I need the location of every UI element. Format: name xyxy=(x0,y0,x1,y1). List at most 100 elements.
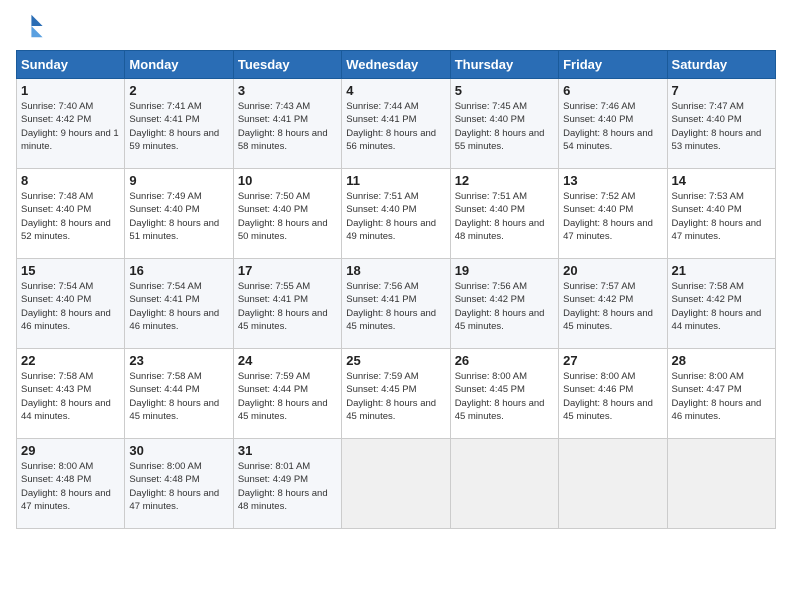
day-number: 8 xyxy=(21,173,120,188)
calendar-day-25: 25 Sunrise: 7:59 AM Sunset: 4:45 PM Dayl… xyxy=(342,349,450,439)
calendar-day-17: 17 Sunrise: 7:55 AM Sunset: 4:41 PM Dayl… xyxy=(233,259,341,349)
day-info: Sunrise: 7:52 AM Sunset: 4:40 PM Dayligh… xyxy=(563,190,662,243)
day-info: Sunrise: 7:47 AM Sunset: 4:40 PM Dayligh… xyxy=(672,100,771,153)
day-number: 15 xyxy=(21,263,120,278)
day-info: Sunrise: 7:56 AM Sunset: 4:41 PM Dayligh… xyxy=(346,280,445,333)
calendar-day-24: 24 Sunrise: 7:59 AM Sunset: 4:44 PM Dayl… xyxy=(233,349,341,439)
day-info: Sunrise: 7:49 AM Sunset: 4:40 PM Dayligh… xyxy=(129,190,228,243)
day-info: Sunrise: 7:58 AM Sunset: 4:44 PM Dayligh… xyxy=(129,370,228,423)
header xyxy=(16,12,776,40)
day-info: Sunrise: 7:50 AM Sunset: 4:40 PM Dayligh… xyxy=(238,190,337,243)
day-number: 18 xyxy=(346,263,445,278)
day-number: 9 xyxy=(129,173,228,188)
day-info: Sunrise: 7:43 AM Sunset: 4:41 PM Dayligh… xyxy=(238,100,337,153)
calendar-day-14: 14 Sunrise: 7:53 AM Sunset: 4:40 PM Dayl… xyxy=(667,169,775,259)
day-header-wednesday: Wednesday xyxy=(342,51,450,79)
day-header-friday: Friday xyxy=(559,51,667,79)
calendar-day-empty xyxy=(667,439,775,529)
calendar-table: SundayMondayTuesdayWednesdayThursdayFrid… xyxy=(16,50,776,529)
day-info: Sunrise: 7:46 AM Sunset: 4:40 PM Dayligh… xyxy=(563,100,662,153)
calendar-day-4: 4 Sunrise: 7:44 AM Sunset: 4:41 PM Dayli… xyxy=(342,79,450,169)
calendar-day-16: 16 Sunrise: 7:54 AM Sunset: 4:41 PM Dayl… xyxy=(125,259,233,349)
day-info: Sunrise: 7:59 AM Sunset: 4:45 PM Dayligh… xyxy=(346,370,445,423)
calendar-week-4: 22 Sunrise: 7:58 AM Sunset: 4:43 PM Dayl… xyxy=(17,349,776,439)
calendar-day-20: 20 Sunrise: 7:57 AM Sunset: 4:42 PM Dayl… xyxy=(559,259,667,349)
calendar-day-9: 9 Sunrise: 7:49 AM Sunset: 4:40 PM Dayli… xyxy=(125,169,233,259)
day-number: 6 xyxy=(563,83,662,98)
day-info: Sunrise: 8:01 AM Sunset: 4:49 PM Dayligh… xyxy=(238,460,337,513)
day-info: Sunrise: 8:00 AM Sunset: 4:45 PM Dayligh… xyxy=(455,370,554,423)
day-info: Sunrise: 7:41 AM Sunset: 4:41 PM Dayligh… xyxy=(129,100,228,153)
day-info: Sunrise: 8:00 AM Sunset: 4:48 PM Dayligh… xyxy=(129,460,228,513)
calendar-day-7: 7 Sunrise: 7:47 AM Sunset: 4:40 PM Dayli… xyxy=(667,79,775,169)
calendar-week-3: 15 Sunrise: 7:54 AM Sunset: 4:40 PM Dayl… xyxy=(17,259,776,349)
day-info: Sunrise: 7:45 AM Sunset: 4:40 PM Dayligh… xyxy=(455,100,554,153)
day-number: 26 xyxy=(455,353,554,368)
day-info: Sunrise: 7:44 AM Sunset: 4:41 PM Dayligh… xyxy=(346,100,445,153)
day-info: Sunrise: 7:54 AM Sunset: 4:40 PM Dayligh… xyxy=(21,280,120,333)
day-number: 22 xyxy=(21,353,120,368)
day-info: Sunrise: 8:00 AM Sunset: 4:48 PM Dayligh… xyxy=(21,460,120,513)
day-number: 21 xyxy=(672,263,771,278)
day-number: 20 xyxy=(563,263,662,278)
day-header-saturday: Saturday xyxy=(667,51,775,79)
calendar-day-23: 23 Sunrise: 7:58 AM Sunset: 4:44 PM Dayl… xyxy=(125,349,233,439)
day-header-tuesday: Tuesday xyxy=(233,51,341,79)
calendar-day-22: 22 Sunrise: 7:58 AM Sunset: 4:43 PM Dayl… xyxy=(17,349,125,439)
day-number: 1 xyxy=(21,83,120,98)
day-header-thursday: Thursday xyxy=(450,51,558,79)
day-info: Sunrise: 7:57 AM Sunset: 4:42 PM Dayligh… xyxy=(563,280,662,333)
calendar-day-13: 13 Sunrise: 7:52 AM Sunset: 4:40 PM Dayl… xyxy=(559,169,667,259)
day-info: Sunrise: 7:54 AM Sunset: 4:41 PM Dayligh… xyxy=(129,280,228,333)
calendar-day-30: 30 Sunrise: 8:00 AM Sunset: 4:48 PM Dayl… xyxy=(125,439,233,529)
day-info: Sunrise: 8:00 AM Sunset: 4:47 PM Dayligh… xyxy=(672,370,771,423)
calendar-day-31: 31 Sunrise: 8:01 AM Sunset: 4:49 PM Dayl… xyxy=(233,439,341,529)
day-number: 28 xyxy=(672,353,771,368)
day-info: Sunrise: 7:40 AM Sunset: 4:42 PM Dayligh… xyxy=(21,100,120,153)
day-number: 3 xyxy=(238,83,337,98)
calendar-day-21: 21 Sunrise: 7:58 AM Sunset: 4:42 PM Dayl… xyxy=(667,259,775,349)
calendar-day-11: 11 Sunrise: 7:51 AM Sunset: 4:40 PM Dayl… xyxy=(342,169,450,259)
day-header-sunday: Sunday xyxy=(17,51,125,79)
day-number: 17 xyxy=(238,263,337,278)
calendar-day-6: 6 Sunrise: 7:46 AM Sunset: 4:40 PM Dayli… xyxy=(559,79,667,169)
calendar-day-29: 29 Sunrise: 8:00 AM Sunset: 4:48 PM Dayl… xyxy=(17,439,125,529)
calendar-day-12: 12 Sunrise: 7:51 AM Sunset: 4:40 PM Dayl… xyxy=(450,169,558,259)
day-number: 23 xyxy=(129,353,228,368)
day-number: 4 xyxy=(346,83,445,98)
day-info: Sunrise: 7:55 AM Sunset: 4:41 PM Dayligh… xyxy=(238,280,337,333)
calendar-day-26: 26 Sunrise: 8:00 AM Sunset: 4:45 PM Dayl… xyxy=(450,349,558,439)
calendar-day-18: 18 Sunrise: 7:56 AM Sunset: 4:41 PM Dayl… xyxy=(342,259,450,349)
day-number: 30 xyxy=(129,443,228,458)
day-number: 16 xyxy=(129,263,228,278)
day-number: 10 xyxy=(238,173,337,188)
calendar-day-15: 15 Sunrise: 7:54 AM Sunset: 4:40 PM Dayl… xyxy=(17,259,125,349)
logo xyxy=(16,12,48,40)
day-number: 29 xyxy=(21,443,120,458)
calendar-week-1: 1 Sunrise: 7:40 AM Sunset: 4:42 PM Dayli… xyxy=(17,79,776,169)
day-number: 11 xyxy=(346,173,445,188)
calendar-day-5: 5 Sunrise: 7:45 AM Sunset: 4:40 PM Dayli… xyxy=(450,79,558,169)
day-info: Sunrise: 7:58 AM Sunset: 4:43 PM Dayligh… xyxy=(21,370,120,423)
day-info: Sunrise: 8:00 AM Sunset: 4:46 PM Dayligh… xyxy=(563,370,662,423)
calendar-day-10: 10 Sunrise: 7:50 AM Sunset: 4:40 PM Dayl… xyxy=(233,169,341,259)
calendar-day-19: 19 Sunrise: 7:56 AM Sunset: 4:42 PM Dayl… xyxy=(450,259,558,349)
day-info: Sunrise: 7:53 AM Sunset: 4:40 PM Dayligh… xyxy=(672,190,771,243)
day-info: Sunrise: 7:56 AM Sunset: 4:42 PM Dayligh… xyxy=(455,280,554,333)
day-number: 12 xyxy=(455,173,554,188)
day-number: 27 xyxy=(563,353,662,368)
day-info: Sunrise: 7:58 AM Sunset: 4:42 PM Dayligh… xyxy=(672,280,771,333)
day-number: 5 xyxy=(455,83,554,98)
calendar-day-1: 1 Sunrise: 7:40 AM Sunset: 4:42 PM Dayli… xyxy=(17,79,125,169)
calendar-day-empty xyxy=(342,439,450,529)
day-info: Sunrise: 7:59 AM Sunset: 4:44 PM Dayligh… xyxy=(238,370,337,423)
calendar-day-empty xyxy=(450,439,558,529)
day-number: 14 xyxy=(672,173,771,188)
calendar-week-2: 8 Sunrise: 7:48 AM Sunset: 4:40 PM Dayli… xyxy=(17,169,776,259)
logo-icon xyxy=(16,12,44,40)
calendar-day-28: 28 Sunrise: 8:00 AM Sunset: 4:47 PM Dayl… xyxy=(667,349,775,439)
calendar-header-row: SundayMondayTuesdayWednesdayThursdayFrid… xyxy=(17,51,776,79)
calendar-week-5: 29 Sunrise: 8:00 AM Sunset: 4:48 PM Dayl… xyxy=(17,439,776,529)
calendar-day-8: 8 Sunrise: 7:48 AM Sunset: 4:40 PM Dayli… xyxy=(17,169,125,259)
calendar-day-2: 2 Sunrise: 7:41 AM Sunset: 4:41 PM Dayli… xyxy=(125,79,233,169)
